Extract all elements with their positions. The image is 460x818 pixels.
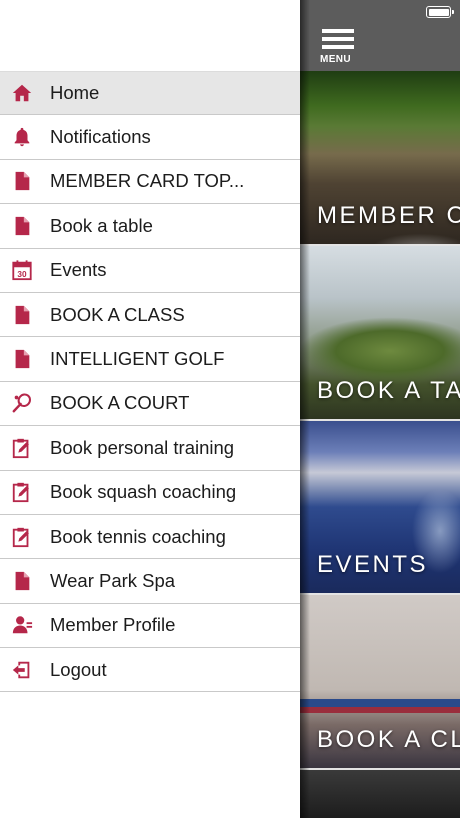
menu-item-book-a-class[interactable]: BOOK A CLASS <box>0 293 300 338</box>
menu-item-logout[interactable]: Logout <box>0 648 300 693</box>
menu-item-label: MEMBER CARD TOP... <box>50 170 245 192</box>
menu-button-label: MENU <box>320 54 352 65</box>
menu-item-label: Notifications <box>50 126 151 148</box>
menu-item-label: INTELLIGENT GOLF <box>50 348 225 370</box>
top-bar: MENU <box>300 0 460 71</box>
menu-item-book-a-court[interactable]: BOOK A COURT <box>0 382 300 427</box>
menu-item-label: Book tennis coaching <box>50 525 226 547</box>
menu-item-label: BOOK A COURT <box>50 392 190 414</box>
tile-book-a-class[interactable]: BOOK A CL <box>300 595 460 770</box>
calendar-icon: 30 <box>11 259 33 281</box>
menu-button[interactable]: MENU <box>320 29 356 67</box>
tile-label: BOOK A TA <box>317 377 460 404</box>
menu-item-member-card[interactable]: MEMBER CARD TOP... <box>0 160 300 205</box>
document-icon <box>11 570 33 592</box>
tile-label: EVENTS <box>317 551 429 578</box>
battery-icon <box>426 6 454 18</box>
home-screen-panel: MENU MEMBER C BOOK A TA EVENTS BOOK A CL <box>300 0 460 818</box>
edit-icon <box>11 526 33 548</box>
menu-item-label: Book squash coaching <box>50 481 237 503</box>
menu-item-book-personal-training[interactable]: Book personal training <box>0 426 300 471</box>
logout-icon <box>11 659 33 681</box>
tile-book-a-table[interactable]: BOOK A TA <box>300 246 460 421</box>
navigation-drawer: Home Notifications MEMBER CARD TOP... Bo… <box>0 0 300 818</box>
menu-item-home[interactable]: Home <box>0 71 300 116</box>
menu-item-book-a-table[interactable]: Book a table <box>0 204 300 249</box>
home-icon <box>11 82 33 104</box>
svg-text:30: 30 <box>17 270 27 279</box>
menu-item-label: Book a table <box>50 214 153 236</box>
tile-label: MEMBER C <box>317 202 460 229</box>
hamburger-icon <box>322 29 354 33</box>
document-icon <box>11 304 33 326</box>
menu-item-label: Logout <box>50 658 107 680</box>
tile-member-card[interactable]: MEMBER C <box>300 71 460 246</box>
user-icon <box>11 614 33 636</box>
menu-item-label: Home <box>50 82 100 104</box>
menu-item-events[interactable]: 30 Events <box>0 249 300 293</box>
tile-events[interactable]: EVENTS <box>300 421 460 595</box>
menu-item-label: Member Profile <box>50 614 176 636</box>
menu-item-notifications[interactable]: Notifications <box>0 115 300 160</box>
document-icon <box>11 348 33 370</box>
menu-item-label: Wear Park Spa <box>50 569 176 591</box>
drawer-menu-list: Home Notifications MEMBER CARD TOP... Bo… <box>0 71 300 693</box>
bell-icon <box>11 126 33 148</box>
menu-item-label: BOOK A CLASS <box>50 303 185 325</box>
menu-item-book-squash-coaching[interactable]: Book squash coaching <box>0 471 300 515</box>
menu-item-member-profile[interactable]: Member Profile <box>0 604 300 649</box>
menu-item-label: Events <box>50 259 107 281</box>
document-icon <box>11 170 33 192</box>
menu-item-book-tennis-coaching[interactable]: Book tennis coaching <box>0 515 300 560</box>
edit-icon <box>11 481 33 503</box>
tile-partial[interactable] <box>300 770 460 818</box>
racket-icon <box>11 392 33 414</box>
menu-item-intelligent-golf[interactable]: INTELLIGENT GOLF <box>0 337 300 382</box>
menu-item-label: Book personal training <box>50 436 235 458</box>
menu-item-wear-park-spa[interactable]: Wear Park Spa <box>0 559 300 604</box>
edit-icon <box>11 437 33 459</box>
document-icon <box>11 215 33 237</box>
tile-label: BOOK A CL <box>317 726 460 753</box>
